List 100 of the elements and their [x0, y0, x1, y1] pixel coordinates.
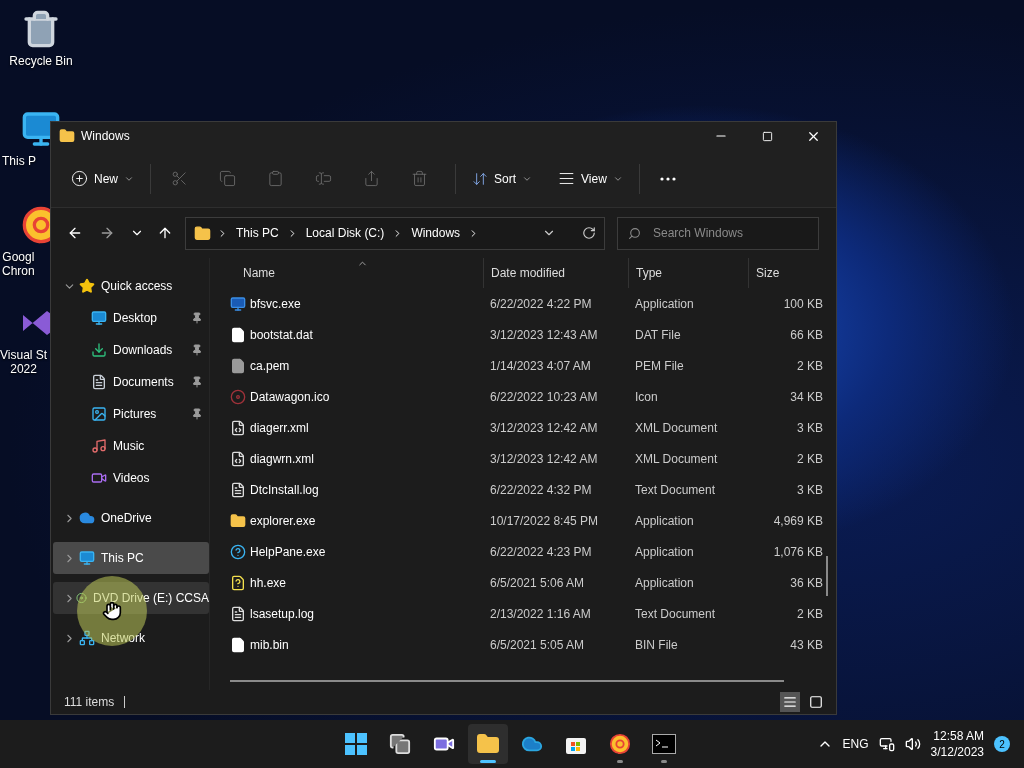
details-view-button[interactable] [780, 692, 800, 712]
file-name[interactable]: bootstat.dat [250, 327, 313, 342]
file-name[interactable]: DtcInstall.log [250, 482, 319, 497]
file-name[interactable]: Datawagon.ico [250, 389, 330, 404]
arrow-right-icon [99, 225, 115, 241]
table-cell-text: 66 KB [789, 327, 823, 342]
file-icon [230, 636, 246, 653]
desktop-icon-label[interactable]: Visual St 2022 [0, 348, 48, 376]
nav-label: DVD Drive (E:) CCSA [93, 591, 209, 605]
nav-label: Videos [113, 471, 151, 485]
desktop-icon-label[interactable]: Recycle Bin [9, 54, 73, 68]
plus-icon [71, 170, 88, 187]
desktop-icon-label[interactable]: This P [2, 154, 36, 168]
breadcrumb[interactable]: Windows [409, 226, 463, 240]
file-name[interactable]: bfsvc.exe [250, 296, 301, 311]
file-name[interactable]: lsasetup.log [250, 606, 315, 621]
square-icon [809, 695, 823, 709]
application-icon [230, 295, 246, 312]
music-icon [91, 438, 107, 454]
file-name[interactable]: hh.exe [250, 575, 287, 590]
nav-item[interactable]: Documents [53, 366, 209, 398]
new-button[interactable]: New [63, 161, 142, 196]
table-cell-text: 2/13/2022 1:16 AM [489, 606, 592, 621]
column-header[interactable]: Date modified [483, 258, 628, 288]
notification-badge[interactable]: 2 [994, 736, 1010, 752]
table-cell-text: 3/12/2023 12:42 AM [489, 451, 599, 466]
table-cell-text: 2 KB [796, 451, 823, 466]
nav-label: Pictures [113, 407, 158, 421]
cut-icon [170, 170, 188, 187]
table-cell-text: 2 KB [796, 358, 823, 373]
table-cell-text: 6/22/2022 4:23 PM [489, 544, 593, 559]
breadcrumb[interactable]: This PC [234, 226, 281, 240]
column-header[interactable]: Type [628, 258, 748, 288]
search-field[interactable]: Search Windows [617, 216, 819, 250]
video-icon [91, 470, 107, 486]
column-header[interactable]: Size [748, 258, 823, 288]
table-cell-text: 6/5/2021 5:05 AM [489, 637, 586, 652]
file-name[interactable]: mib.bin [250, 637, 289, 652]
table-cell-text: 6/22/2022 4:32 PM [489, 482, 593, 497]
table-cell-text: 2 KB [796, 606, 823, 621]
maximize-icon [761, 130, 773, 142]
table-cell-text: 6/22/2022 10:23 AM [489, 389, 599, 404]
sort-icon [472, 170, 488, 187]
table-cell-text: 4,969 KB [772, 513, 823, 528]
view-button[interactable]: View [550, 161, 631, 196]
nav-item[interactable]: Quick access [53, 270, 209, 302]
nav-item[interactable]: OneDrive [53, 502, 209, 534]
table-cell-text: Icon [634, 389, 659, 404]
horizontal-scrollbar[interactable] [230, 680, 784, 682]
taskbar-app[interactable] [468, 724, 508, 764]
refresh-icon [582, 226, 596, 240]
delete-icon [410, 170, 428, 187]
table-cell-text: 3/12/2023 12:42 AM [489, 420, 599, 435]
nav-label: This PC [101, 551, 145, 565]
file-name[interactable]: HelpPane.exe [250, 544, 326, 559]
table-cell-text: 1,076 KB [772, 544, 823, 559]
breadcrumb[interactable]: Local Disk (C:) [303, 226, 387, 240]
disc-icon [76, 590, 87, 606]
nav-item[interactable]: This PC [53, 542, 209, 574]
file-name[interactable]: diagerr.xml [250, 420, 309, 435]
table-cell-text: 43 KB [789, 637, 823, 652]
desktop-icon-label[interactable]: Googl Chron [2, 250, 35, 278]
nav-item[interactable]: Pictures [53, 398, 209, 430]
hand-cursor-icon [102, 601, 122, 621]
language-indicator[interactable]: ENG [842, 737, 869, 751]
nav-item[interactable]: Videos [53, 462, 209, 494]
clock-date[interactable]: 3/12/2023 [930, 745, 984, 759]
nav-item[interactable]: Music [53, 430, 209, 462]
vertical-scrollbar[interactable] [826, 556, 828, 596]
table-cell-text: 1/14/2023 4:07 AM [489, 358, 592, 373]
nav-item[interactable]: DVD Drive (E:) CCSA [53, 582, 209, 614]
task-view-icon [389, 733, 411, 755]
folder-icon [59, 128, 75, 144]
address-bar[interactable]: This PC Local Disk (C:) Windows [185, 216, 605, 250]
table-cell-text: DAT File [634, 327, 682, 342]
star-icon [79, 278, 95, 294]
nav-item[interactable]: Desktop [53, 302, 209, 334]
table-cell-text: BIN File [634, 637, 679, 652]
table-cell-text: 10/17/2022 8:45 PM [489, 513, 600, 528]
picture-icon [91, 406, 107, 422]
file-name[interactable]: explorer.exe [250, 513, 316, 528]
text-file-icon [230, 481, 246, 498]
nav-item[interactable]: Downloads [53, 334, 209, 366]
table-cell-text: Application [634, 513, 695, 528]
clock-time[interactable]: 12:58 AM [933, 729, 984, 743]
search-input[interactable]: Search Windows [651, 225, 805, 241]
sort-button[interactable]: Sort [464, 161, 541, 196]
text-file-icon [230, 605, 246, 622]
copy-icon [218, 170, 236, 187]
item-count: 111 items [64, 695, 115, 709]
column-header[interactable]: Name [230, 258, 483, 288]
network-icon [878, 736, 895, 752]
table-cell-text: Text Document [634, 606, 717, 621]
file-name[interactable]: diagwrn.xml [250, 451, 315, 466]
table-cell-text: Application [634, 544, 695, 559]
paste-icon [266, 170, 284, 187]
table-cell-text: Application [634, 575, 695, 590]
folder-icon [230, 512, 246, 529]
file-name[interactable]: ca.pem [250, 358, 290, 373]
table-cell-text: 6/22/2022 4:22 PM [489, 296, 593, 311]
